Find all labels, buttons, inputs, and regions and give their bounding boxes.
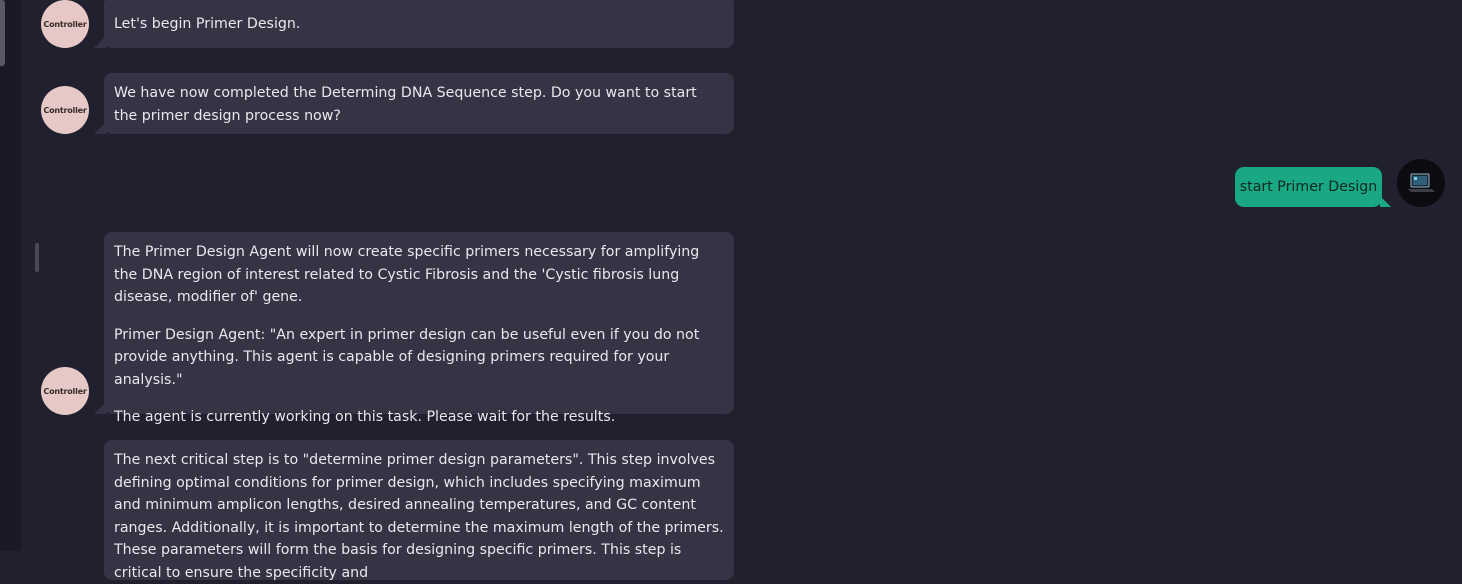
avatar-label: Controller (43, 19, 87, 29)
sidebar-scrollbar[interactable] (0, 0, 5, 66)
message-text: Primer Design Agent: "An expert in prime… (114, 326, 700, 388)
controller-avatar: Controller (41, 86, 89, 134)
left-sidebar-rail (0, 0, 21, 551)
message-text: Let's begin Primer Design. (114, 16, 301, 32)
user-message-text: start Primer Design (1239, 179, 1378, 195)
resize-handle[interactable] (35, 243, 39, 272)
laptop-icon (1408, 173, 1435, 192)
message-text: The next critical step is to "determine … (114, 452, 724, 581)
message-text: We have now completed the Determing DNA … (114, 85, 697, 124)
message-text: The agent is currently working on this t… (114, 409, 616, 425)
avatar-label: Controller (43, 386, 87, 396)
message-bubble: Let's begin Primer Design. (94, 0, 734, 48)
user-avatar (1397, 159, 1445, 207)
message-bubble: The Primer Design Agent will now create … (94, 232, 734, 425)
controller-avatar: Controller (41, 367, 89, 415)
controller-avatar: Controller (41, 0, 89, 48)
user-message-bubble: start Primer Design (1235, 167, 1391, 207)
message-text: The Primer Design Agent will now create … (114, 244, 700, 305)
message-bubble: We have now completed the Determing DNA … (94, 73, 734, 134)
avatar-label: Controller (43, 105, 87, 115)
message-bubble: The next critical step is to "determine … (104, 440, 734, 581)
